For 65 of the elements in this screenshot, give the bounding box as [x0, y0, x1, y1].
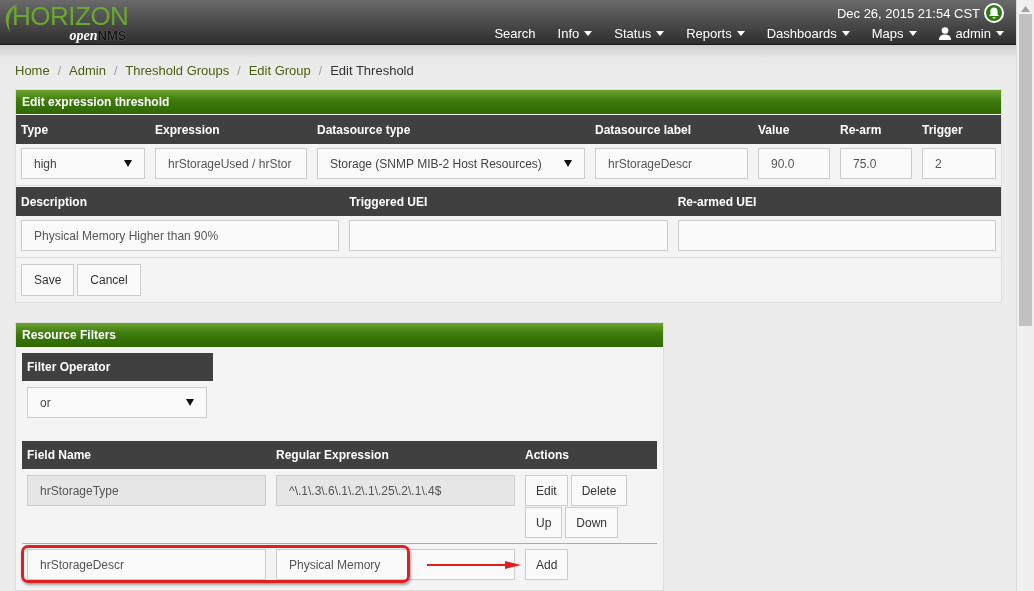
- input-field[interactable]: 2: [922, 148, 996, 179]
- column-header: Regular Expression: [275, 448, 390, 462]
- input-field[interactable]: Physical Memory Higher than 90%: [21, 220, 340, 251]
- add-button[interactable]: Add: [525, 549, 569, 580]
- input-field[interactable]: hrStorageDescr: [595, 148, 748, 179]
- column-header: Value: [757, 122, 791, 137]
- caret-icon: [584, 31, 593, 36]
- panel-title: Resource Filters: [16, 323, 663, 347]
- logo-text: open: [69, 29, 98, 43]
- column-header: Field Name: [26, 448, 93, 462]
- nav-menu-item[interactable]: Status: [614, 26, 665, 41]
- input-field[interactable]: 90.0: [758, 148, 830, 179]
- nav-menu-item[interactable]: Dashboards: [766, 26, 850, 41]
- column-header: Type: [20, 122, 50, 137]
- breadcrumb-link[interactable]: Threshold Groups: [125, 63, 230, 78]
- nav-menu-item[interactable]: Maps: [871, 26, 917, 41]
- select-field[interactable]: Storage (SNMP MIB-2 Host Resources): [317, 148, 585, 179]
- select-field[interactable]: or: [27, 387, 207, 418]
- column-header: Triggered UEI: [348, 194, 429, 209]
- caret-icon: [736, 31, 745, 36]
- dropdown-arrow-icon: [564, 160, 572, 167]
- breadcrumb-link[interactable]: Admin: [69, 63, 106, 78]
- nav-menu-item[interactable]: Info: [557, 26, 593, 41]
- scroll-up-icon[interactable]: [1021, 6, 1030, 12]
- breadcrumb-link[interactable]: Edit Group: [248, 63, 311, 78]
- input-field[interactable]: 75.0: [840, 148, 912, 179]
- column-header: Datasource label: [594, 122, 693, 137]
- caret-icon: [656, 31, 665, 36]
- breadcrumb-separator: /: [318, 64, 323, 78]
- column-header: Filter Operator: [22, 353, 213, 381]
- breadcrumb-link[interactable]: Home: [15, 63, 50, 78]
- column-header: Trigger: [921, 122, 964, 137]
- panel-title: Edit expression threshold: [16, 90, 1001, 114]
- column-header: Actions: [524, 448, 570, 462]
- form-button[interactable]: Save: [21, 264, 75, 296]
- breadcrumb-separator: /: [57, 64, 62, 78]
- select-field[interactable]: high: [21, 148, 145, 179]
- column-header: Re-arm: [839, 122, 883, 137]
- caret-icon: [908, 31, 917, 36]
- notification-bell-icon[interactable]: [984, 3, 1004, 23]
- scrollbar-thumb[interactable]: [1019, 14, 1032, 326]
- logo-text: HORIZON: [12, 3, 129, 29]
- input-field[interactable]: hrStorageDescr: [27, 549, 266, 580]
- nav-menu-item[interactable]: Search: [494, 26, 536, 41]
- breadcrumb-separator: /: [237, 64, 241, 78]
- dropdown-arrow-icon: [124, 160, 132, 167]
- column-header: Expression: [154, 122, 221, 137]
- column-header: Description: [20, 194, 88, 209]
- caret-icon: [841, 31, 850, 36]
- input-field[interactable]: Physical Memory: [276, 549, 515, 580]
- column-header: Datasource type: [316, 122, 412, 137]
- breadcrumb-separator: /: [113, 64, 118, 78]
- user-icon: [938, 27, 951, 40]
- breadcrumb-current-page: Edit Threshold: [330, 63, 414, 78]
- date-time: Dec 26, 2015 21:54 CST: [836, 5, 980, 21]
- column-header: Re-armed UEI: [676, 194, 758, 209]
- nav-menu-item[interactable]: Reports: [686, 26, 745, 41]
- input-field[interactable]: [349, 220, 668, 251]
- scrollbar[interactable]: [1016, 0, 1034, 591]
- dropdown-arrow-icon: [186, 399, 194, 406]
- user-menu[interactable]: admin: [938, 26, 1004, 41]
- input-field[interactable]: [677, 220, 996, 251]
- form-button[interactable]: Cancel: [77, 264, 141, 296]
- input-field[interactable]: hrStorageUsed / hrStor: [155, 148, 307, 179]
- caret-icon: [996, 31, 1004, 36]
